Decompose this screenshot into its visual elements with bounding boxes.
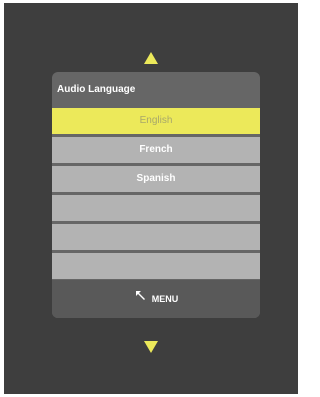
scroll-down-triangle-icon[interactable] — [144, 341, 158, 353]
return-arrow-icon — [134, 289, 148, 303]
panel-title: Audio Language — [57, 84, 136, 95]
list-item-spanish[interactable]: Spanish — [52, 166, 260, 192]
tv-screen: Audio Language English French Spanish ME… — [4, 3, 298, 394]
menu-label: MENU — [151, 294, 179, 304]
audio-language-panel: Audio Language English French Spanish ME… — [52, 72, 260, 318]
list-item-french[interactable]: French — [52, 137, 260, 163]
list-item-empty[interactable] — [52, 224, 260, 250]
list-item-empty[interactable] — [52, 253, 260, 279]
list-item-english[interactable]: English — [52, 108, 260, 134]
language-list: English French Spanish — [52, 108, 260, 297]
scroll-up-triangle-icon[interactable] — [144, 52, 158, 64]
list-item-empty[interactable] — [52, 195, 260, 221]
menu-button[interactable]: MENU — [52, 280, 260, 318]
